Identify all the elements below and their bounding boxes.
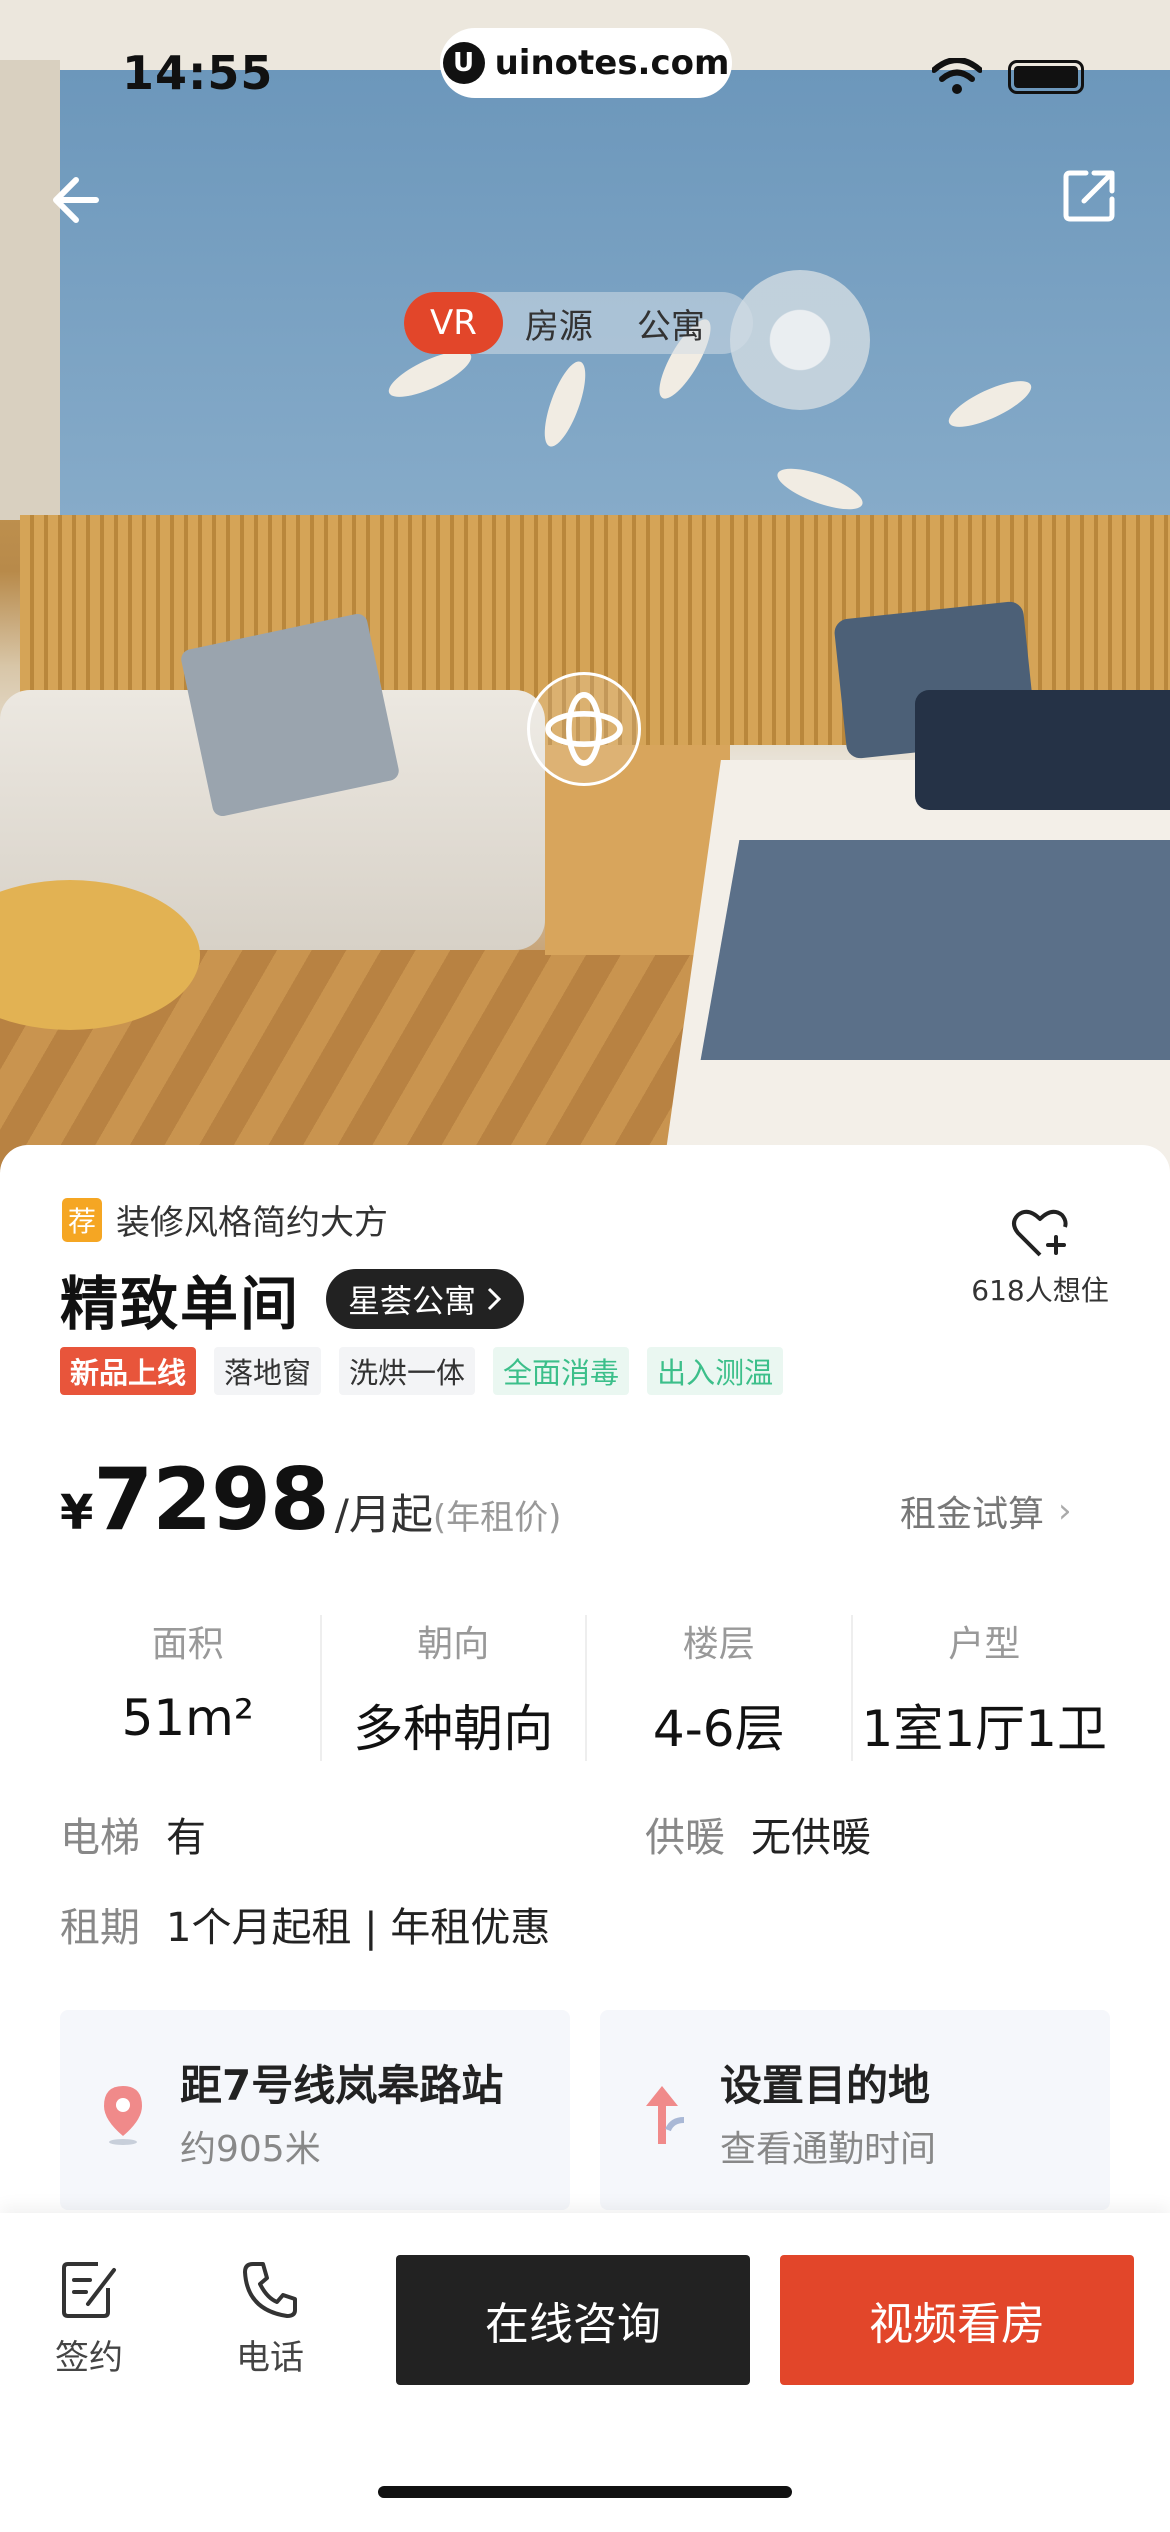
commute-subtitle: 查看通勤时间: [720, 2129, 937, 2170]
blanket: [700, 840, 1170, 1060]
price-amount: 7298: [93, 1450, 329, 1550]
detail-lease: 租期 1个月起租 | 年租优惠: [60, 1895, 550, 1953]
detail-key: 租期: [60, 1905, 140, 1951]
sign-button[interactable]: 签约: [34, 2258, 144, 2379]
stat-orientation: 朝向 多种朝向: [322, 1615, 587, 1761]
phone-button[interactable]: 电话: [215, 2258, 325, 2379]
recommend-row: 荐 装修风格简约大方: [62, 1195, 388, 1244]
tab-apartment[interactable]: 公寓: [615, 292, 727, 354]
stat-floor: 楼层 4-6层: [587, 1615, 853, 1761]
bottom-action-bar: 签约 电话 在线咨询 视频看房: [0, 2213, 1170, 2532]
commute-title: 设置目的地: [720, 2061, 931, 2110]
stat-label: 户型: [948, 1624, 1021, 1665]
tag-window: 落地窗: [214, 1347, 322, 1395]
favorite-count: 618人想住: [971, 1274, 1109, 1307]
sign-label: 签约: [55, 2338, 123, 2378]
share-icon[interactable]: [1060, 165, 1120, 225]
phone-label: 电话: [236, 2338, 304, 2378]
stat-value: 1室1厅1卫: [861, 1700, 1107, 1758]
status-time: 14:55: [122, 46, 274, 100]
wifi-icon: [932, 58, 982, 94]
price-note: (年租价): [432, 1498, 562, 1538]
brand-link[interactable]: 星荟公寓: [326, 1269, 525, 1329]
sign-contract-icon: [62, 2262, 116, 2318]
tag-temperature-check: 出入测温: [647, 1347, 784, 1395]
recommend-badge: 荐: [62, 1197, 102, 1242]
detail-value: 无供暖: [751, 1815, 871, 1861]
stat-area: 面积 51m²: [56, 1615, 322, 1761]
title-row: 精致单间 星荟公寓: [60, 1257, 525, 1341]
brand-name: 星荟公寓: [348, 1282, 477, 1320]
favorite-button[interactable]: 618人想住: [960, 1205, 1120, 1309]
key-stats: 面积 51m² 朝向 多种朝向 楼层 4-6层 户型 1室1厅1卫: [56, 1615, 1116, 1761]
detail-heating: 供暖 无供暖: [645, 1805, 871, 1863]
vr-view-icon[interactable]: [527, 672, 641, 786]
side-wall: [0, 60, 60, 520]
stat-value: 多种朝向: [353, 1700, 554, 1758]
location-card[interactable]: 距7号线岚皋路站 约905米: [60, 2010, 570, 2210]
recommend-text: 装修风格简约大方: [116, 1203, 388, 1243]
price-currency: ¥: [60, 1485, 94, 1541]
location-distance: 约905米: [180, 2129, 321, 2170]
tab-vr[interactable]: VR: [404, 292, 503, 354]
ceiling-lamp: [730, 270, 870, 410]
chevron-right-icon: ›: [1058, 1491, 1072, 1531]
stat-value: 51m²: [121, 1689, 254, 1747]
detail-elevator: 电梯有: [60, 1805, 206, 1863]
heart-plus-icon: [1012, 1209, 1068, 1257]
rent-calculator-link[interactable]: 租金试算 ›: [900, 1485, 1072, 1537]
price: ¥ 7298 /月起 (年租价): [60, 1450, 561, 1550]
home-indicator: [378, 2486, 792, 2498]
online-consult-button[interactable]: 在线咨询: [396, 2255, 750, 2385]
stat-label: 朝向: [417, 1624, 490, 1665]
listing-title: 精致单间: [60, 1270, 301, 1338]
phone-icon: [243, 2262, 297, 2318]
pillow: [915, 690, 1170, 810]
media-type-switch: VR 房源 公寓: [404, 292, 753, 354]
detail-value: 1个月起租 | 年租优惠: [166, 1905, 551, 1951]
commute-card[interactable]: 设置目的地 查看通勤时间: [600, 2010, 1110, 2210]
watermark: U uinotes.com: [440, 28, 732, 98]
stat-layout: 户型 1室1厅1卫: [853, 1615, 1117, 1761]
feature-tags: 新品上线 落地窗 洗烘一体 全面消毒 出入测温: [60, 1347, 784, 1395]
rent-calculator-label: 租金试算: [900, 1494, 1045, 1535]
listing-info-sheet: 荐 装修风格简约大方 精致单间 星荟公寓 618人想住 新品上线 落地窗 洗烘一…: [0, 1145, 1170, 2215]
location-title: 距7号线岚皋路站: [180, 2061, 504, 2110]
price-unit: /月起: [334, 1490, 433, 1539]
hero-photo[interactable]: [0, 0, 1170, 1190]
commute-arrow-icon: [646, 2086, 685, 2144]
detail-key: 电梯: [60, 1815, 140, 1861]
back-arrow-icon[interactable]: [46, 165, 116, 235]
tag-disinfect: 全面消毒: [493, 1347, 630, 1395]
tab-listing[interactable]: 房源: [503, 292, 615, 354]
watermark-text: uinotes.com: [494, 43, 730, 83]
stat-value: 4-6层: [652, 1700, 785, 1758]
detail-key: 供暖: [645, 1815, 725, 1861]
battery-icon: [1008, 60, 1084, 94]
stat-label: 面积: [151, 1624, 224, 1665]
detail-value: 有: [166, 1815, 206, 1861]
stat-label: 楼层: [682, 1624, 755, 1665]
watermark-logo-icon: U: [442, 42, 485, 84]
tag-new: 新品上线: [60, 1347, 197, 1395]
tag-washer-dryer: 洗烘一体: [339, 1347, 476, 1395]
video-tour-button[interactable]: 视频看房: [780, 2255, 1134, 2385]
location-pin-icon: [104, 2086, 142, 2145]
chevron-right-icon: [487, 1287, 502, 1311]
